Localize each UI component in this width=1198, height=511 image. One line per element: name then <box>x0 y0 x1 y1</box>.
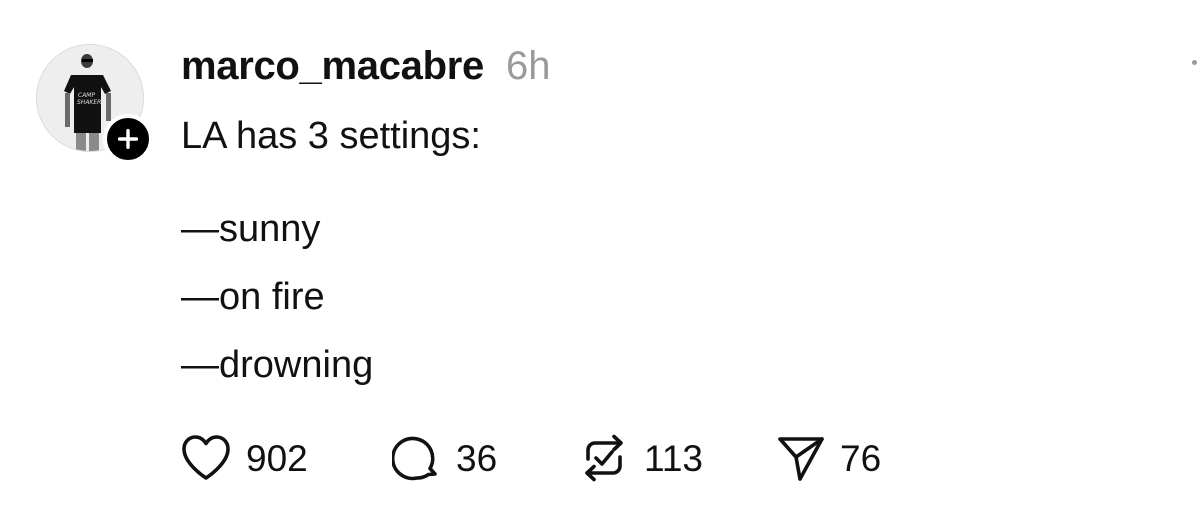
svg-text:SHAKER: SHAKER <box>77 99 101 106</box>
post-text-item: —sunny <box>181 208 321 250</box>
follow-button[interactable] <box>103 114 153 164</box>
more-options-button[interactable] <box>1192 60 1198 72</box>
post-text-intro: LA has 3 settings: <box>181 115 481 157</box>
like-count: 902 <box>246 437 308 479</box>
username-link[interactable]: marco_macabre <box>181 44 484 89</box>
svg-text:CAMP: CAMP <box>78 92 95 99</box>
repost-icon <box>585 434 623 482</box>
thread-post: CAMP SHAKER marco_macabre 6h LA has 3 se… <box>0 0 1198 511</box>
post-text-item: —drowning <box>181 344 374 386</box>
share-count: 76 <box>840 437 882 479</box>
heart-icon <box>182 435 230 480</box>
share-button[interactable]: 76 <box>776 432 881 484</box>
repost-count: 113 <box>644 437 703 479</box>
comment-icon <box>392 436 437 481</box>
repost-button[interactable]: 113 <box>578 432 703 484</box>
post-header: marco_macabre 6h <box>181 44 550 94</box>
more-dot-icon <box>1192 60 1197 65</box>
send-icon <box>778 437 824 481</box>
post-text-item: —on fire <box>181 276 325 318</box>
plus-icon <box>118 129 138 149</box>
post-timestamp: 6h <box>505 44 551 88</box>
like-button[interactable]: 902 <box>180 432 308 484</box>
reply-button[interactable]: 36 <box>392 432 497 484</box>
reply-count: 36 <box>456 437 498 479</box>
